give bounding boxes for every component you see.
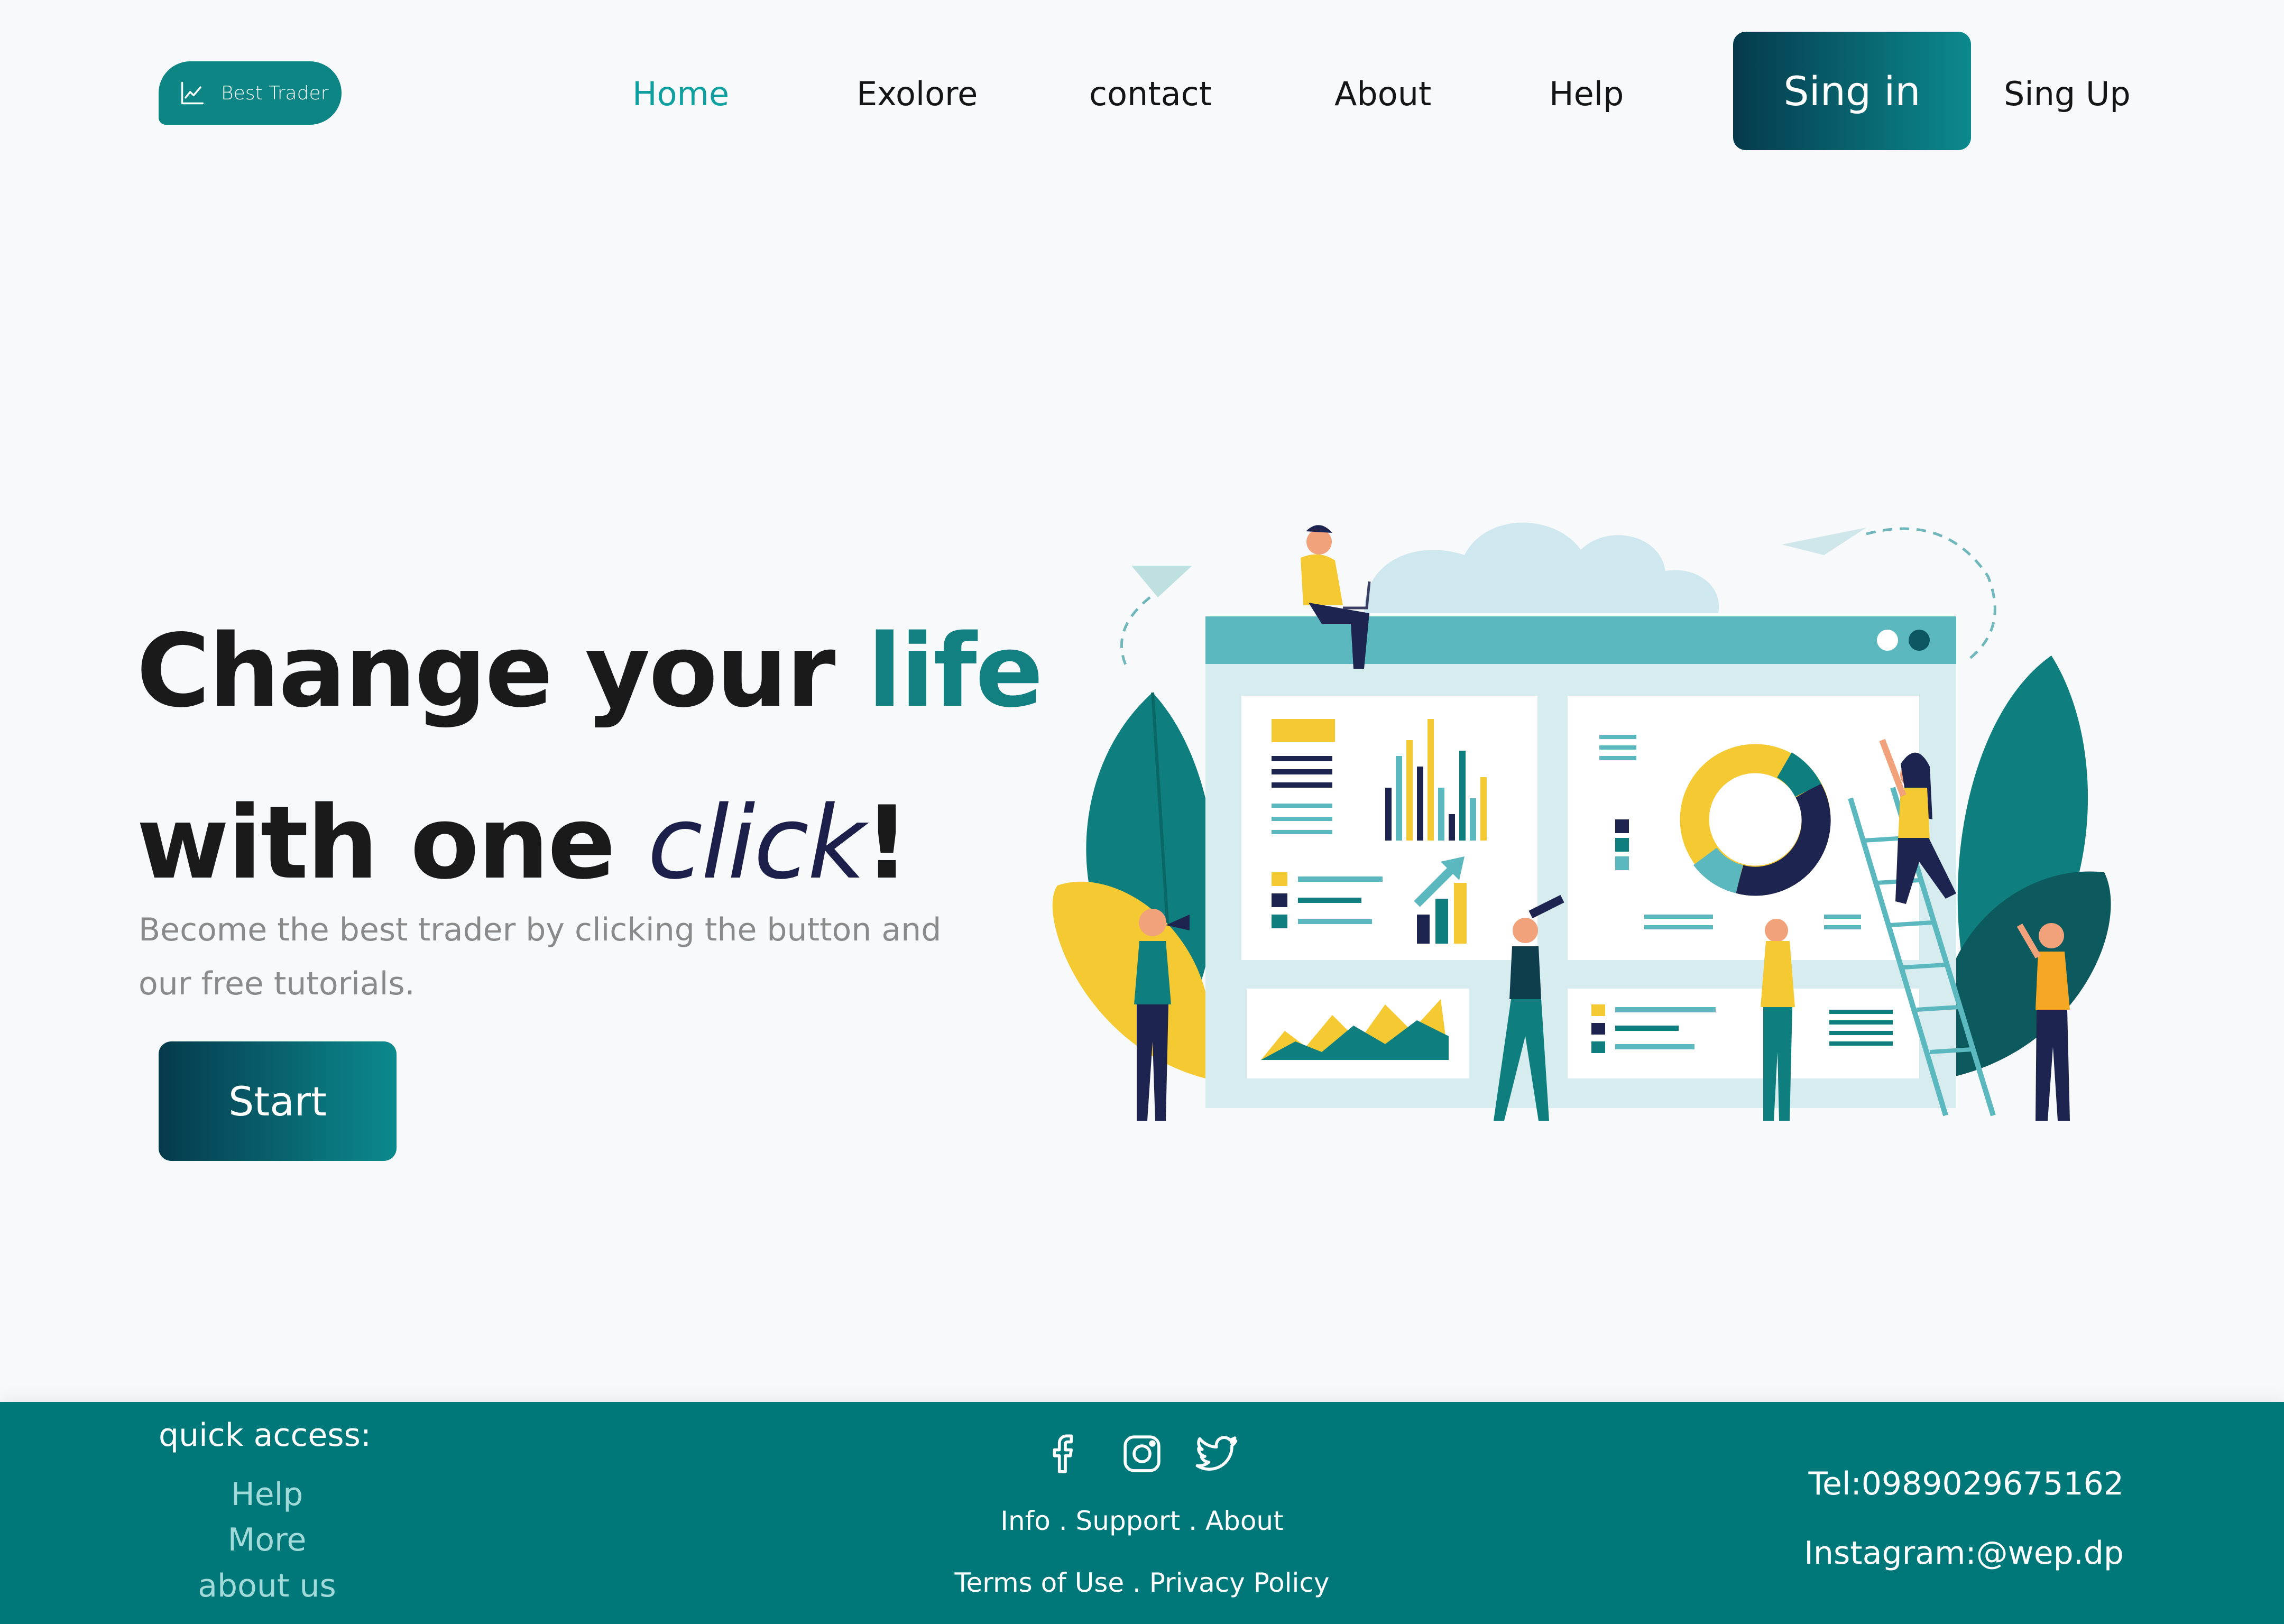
quick-link-more[interactable]: More [159,1521,375,1558]
logo-text: Best Trader [221,82,329,104]
twitter-icon[interactable] [1192,1430,1240,1478]
hero-title-exclamation: ! [864,785,910,901]
sign-in-button[interactable]: Sing in [1733,32,1971,150]
hero-title-line-1: Change your life [136,613,1044,730]
contact-instagram: Instagram:@wep.dp [1804,1535,2124,1572]
footer-links-row-2[interactable]: Terms of Use . Privacy Policy [846,1567,1438,1598]
paper-plane-left [1131,566,1192,597]
hero-title-accent: life [867,613,1044,730]
nav-home[interactable]: Home [632,74,729,114]
hero-title-text: Change your [136,613,868,730]
footer-links-row-1[interactable]: Info . Support . About [846,1506,1438,1536]
hero-subtitle: Become the best trader by clicking the b… [139,911,942,1002]
logo[interactable]: Best Trader [159,61,342,125]
contact-tel: Tel:0989029675162 [1808,1465,2124,1502]
hero-title-line-2: with one click! [136,785,910,901]
hero-title-italic: click [647,785,866,901]
instagram-icon[interactable] [1118,1430,1166,1478]
browser-titlebar [1205,616,1956,664]
nav-contact[interactable]: contact [1089,74,1212,114]
quick-access-title: quick access: [159,1417,371,1454]
sign-up-link[interactable]: Sing Up [2004,74,2131,114]
start-button[interactable]: Start [159,1041,397,1161]
facebook-icon[interactable] [1042,1430,1089,1478]
cloud-shape [1364,522,1719,613]
nav-help[interactable]: Help [1549,74,1624,114]
nav-about[interactable]: About [1334,74,1431,114]
quick-link-about-us[interactable]: about us [159,1567,375,1604]
nav-explore[interactable]: Exolore [856,74,978,114]
hero-title-text-2: with one [136,785,648,901]
dashboard-illustration [1052,522,2111,1121]
quick-link-help[interactable]: Help [159,1476,375,1513]
paper-plane-right [1782,528,1866,555]
chart-line-icon [181,81,204,105]
